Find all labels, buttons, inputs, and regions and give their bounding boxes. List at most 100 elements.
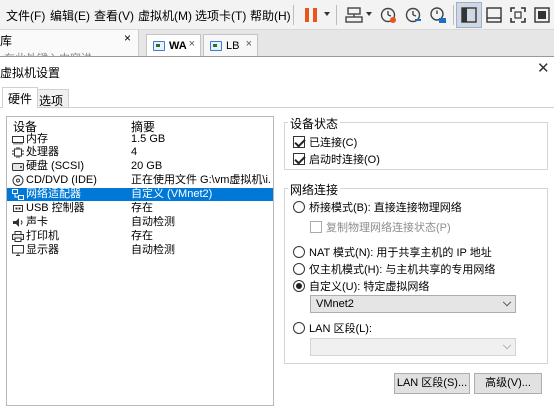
device-name: 显示器 (26, 244, 59, 256)
tab-label: LB (226, 39, 240, 52)
usb-controller-icon (13, 205, 23, 212)
device-row-processor[interactable]: 处理器 4 (7, 146, 273, 159)
tab-label: WA (169, 39, 187, 52)
network-adapter-icon (12, 189, 24, 200)
advanced-button[interactable]: 高级(V)... (474, 373, 542, 394)
dialog-title: 虚拟机设置 (0, 66, 61, 80)
bridged-radio[interactable]: 桥接模式(B): 直接连接物理网络 (293, 199, 462, 215)
device-list: 设备 摘要 内存 1.5 GB 处理器 4 硬盘 (SCSI) 20 GB CD… (6, 116, 274, 406)
pause-icon[interactable] (298, 2, 324, 28)
device-summary: 自定义 (VMnet2) (131, 188, 213, 200)
device-name: 内存 (26, 133, 48, 145)
nat-label: NAT 模式(N): 用于共享主机的 IP 地址 (309, 247, 492, 259)
replicate-state-label: 复制物理网络连接状态(P) (326, 222, 451, 234)
radio-circle (293, 280, 305, 292)
menu-tabs[interactable]: 选项卡(T) (195, 7, 246, 24)
memory-icon (12, 136, 24, 145)
custom-network-select[interactable]: VMnet2 (310, 295, 516, 313)
device-row-network-adapter[interactable]: 网络适配器 自定义 (VMnet2) (7, 188, 273, 201)
tab-lb[interactable]: LB × (203, 34, 258, 56)
device-row-printer[interactable]: 打印机 存在 (7, 230, 273, 243)
chevron-down-icon (502, 340, 512, 350)
send-keys-dropdown-icon[interactable] (366, 12, 372, 16)
device-name: 硬盘 (SCSI) (26, 160, 85, 172)
console-view-icon[interactable] (481, 2, 507, 28)
device-row-usb-controller[interactable]: USB 控制器 存在 (7, 202, 273, 215)
dialog-close-button[interactable]: ✕ (537, 59, 550, 77)
printer-icon (12, 231, 24, 242)
device-summary: 20 GB (131, 160, 163, 172)
connect-at-power-on-label: 启动时连接(O) (309, 154, 380, 166)
vm-icon (153, 40, 165, 51)
snapshot-icon[interactable] (375, 2, 401, 28)
hard-disk-icon (12, 163, 24, 171)
revert-snapshot-icon[interactable] (400, 2, 426, 28)
menu-edit[interactable]: 编辑(E) (50, 7, 90, 24)
tab-hardware[interactable]: 硬件 (2, 87, 39, 108)
device-name: 处理器 (26, 146, 59, 158)
radio-circle (293, 201, 305, 213)
tab-close-button[interactable]: × (189, 38, 195, 50)
device-name: 打印机 (26, 230, 59, 242)
tab-close-button[interactable]: × (246, 38, 252, 50)
menu-view[interactable]: 查看(V) (94, 7, 134, 24)
host-only-radio[interactable]: 仅主机模式(H): 与主机共享的专用网络 (293, 261, 495, 277)
device-summary: 1.5 GB (131, 133, 166, 145)
processor-icon (12, 147, 24, 158)
custom-network-value: VMnet2 (316, 298, 354, 310)
device-summary: 自动检测 (131, 244, 175, 256)
lan-segment-radio[interactable]: LAN 区段(L): (293, 320, 372, 336)
library-panel: 库 × 在此处键入内容进 (0, 30, 139, 62)
display-icon (12, 245, 24, 256)
radio-circle (293, 263, 305, 275)
tab-options[interactable]: 选项 (33, 89, 70, 108)
checkbox-box (293, 153, 305, 165)
device-summary: 4 (131, 146, 138, 158)
fullscreen-icon[interactable] (505, 2, 531, 28)
menu-vm[interactable]: 虚拟机(M) (138, 7, 192, 24)
device-row-hard-disk[interactable]: 硬盘 (SCSI) 20 GB (7, 160, 273, 173)
device-row-sound-card[interactable]: 声卡 自动检测 (7, 216, 273, 229)
connected-checkbox[interactable]: 已连接(C) (293, 134, 357, 150)
checkbox-box (293, 136, 305, 148)
custom-label: 自定义(U): 特定虚拟网络 (309, 281, 430, 293)
device-status-legend: 设备状态 (288, 115, 341, 132)
vm-settings-dialog: 虚拟机设置 ✕ 硬件 选项 设备 摘要 内存 1.5 GB 处理器 4 硬盘 (… (0, 56, 554, 411)
replicate-state-checkbox[interactable]: 复制物理网络连接状态(P) (310, 219, 451, 235)
device-summary: 自动检测 (131, 216, 175, 228)
pause-dropdown-icon[interactable] (324, 12, 330, 16)
toolbar-separator (336, 5, 337, 25)
tab-wa[interactable]: WA × (146, 34, 201, 56)
checkbox-box (310, 221, 322, 233)
connected-label: 已连接(C) (309, 137, 358, 149)
chevron-down-icon (502, 297, 512, 307)
lan-segment-label: LAN 区段(L): (309, 323, 372, 335)
device-row-display[interactable]: 显示器 自动检测 (7, 244, 273, 257)
device-row-memory[interactable]: 内存 1.5 GB (7, 133, 273, 146)
library-close-button[interactable]: × (124, 31, 131, 45)
dialog-tabs: 硬件 选项 (0, 87, 554, 108)
toolbar-separator (453, 5, 454, 25)
snapshot-manager-icon[interactable] (425, 2, 451, 28)
connect-at-power-on-checkbox[interactable]: 启动时连接(O) (293, 151, 380, 167)
menu-file[interactable]: 文件(F) (6, 7, 45, 24)
sidebar-view-icon[interactable] (456, 2, 482, 28)
device-list-header: 设备 摘要 (7, 117, 273, 134)
device-summary: 正在使用文件 G:\vm虚拟机\i... (131, 174, 271, 186)
menu-bar: 文件(F) 编辑(E) 查看(V) 虚拟机(M) 选项卡(T) 帮助(H) (0, 0, 554, 30)
sound-card-icon (13, 218, 23, 227)
lan-segment-select[interactable] (310, 338, 516, 356)
send-keys-icon[interactable] (341, 2, 367, 28)
device-row-cd-dvd[interactable]: CD/DVD (IDE) 正在使用文件 G:\vm虚拟机\i... (7, 174, 273, 187)
device-summary: 存在 (131, 202, 153, 214)
radio-circle (293, 322, 305, 334)
bridged-label: 桥接模式(B): 直接连接物理网络 (309, 202, 462, 214)
lan-segments-button[interactable]: LAN 区段(S)... (394, 373, 470, 394)
custom-radio[interactable]: 自定义(U): 特定虚拟网络 (293, 278, 429, 294)
vm-tab-strip: WA × LB × (139, 30, 554, 56)
toolbar-separator (293, 5, 294, 25)
unity-icon[interactable] (529, 2, 554, 28)
device-summary: 存在 (131, 230, 153, 242)
menu-help[interactable]: 帮助(H) (250, 7, 291, 24)
nat-radio[interactable]: NAT 模式(N): 用于共享主机的 IP 地址 (293, 244, 492, 260)
